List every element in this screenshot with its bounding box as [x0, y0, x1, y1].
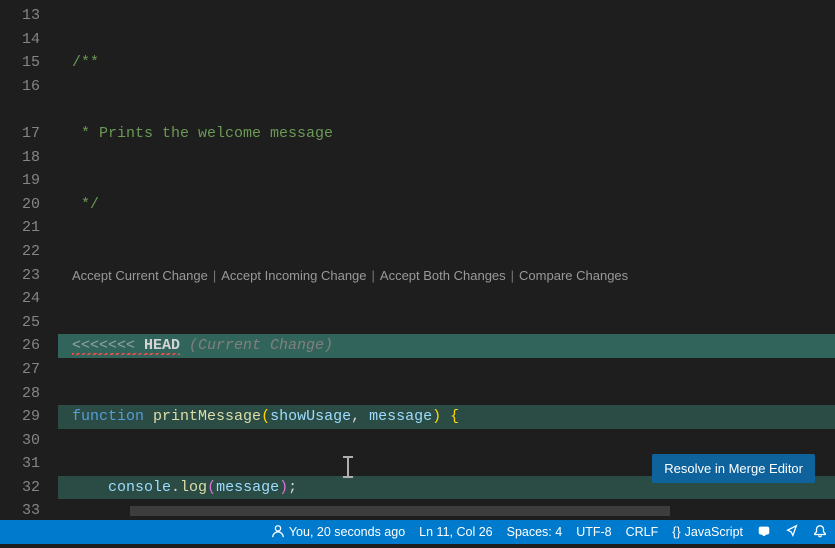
horizontal-scrollbar[interactable]: [130, 506, 670, 516]
status-copilot[interactable]: [757, 524, 771, 541]
copilot-icon: [757, 524, 771, 541]
merge-codelens: Accept Current Change| Accept Incoming C…: [58, 264, 835, 288]
status-encoding[interactable]: UTF-8: [576, 525, 611, 539]
resolve-merge-button[interactable]: Resolve in Merge Editor: [652, 454, 815, 483]
status-language[interactable]: {} JavaScript: [672, 525, 743, 539]
status-indentation[interactable]: Spaces: 4: [507, 525, 563, 539]
accept-incoming-link[interactable]: Accept Incoming Change: [221, 264, 366, 288]
text-cursor-bot: [343, 476, 353, 478]
status-eol[interactable]: CRLF: [626, 525, 659, 539]
feedback-icon: [785, 524, 799, 541]
line-gutter: 13141516 1718192021222324252627282930313…: [0, 0, 58, 520]
doc-comment: * Prints the welcome message: [72, 125, 333, 142]
accept-current-link[interactable]: Accept Current Change: [72, 264, 208, 288]
doc-comment: /**: [72, 54, 99, 71]
doc-comment: */: [72, 196, 99, 213]
code-content[interactable]: /** * Prints the welcome message */ Acce…: [58, 0, 835, 520]
status-blame[interactable]: You, 20 seconds ago: [271, 524, 405, 541]
text-cursor: [347, 456, 349, 478]
status-cursor-position[interactable]: Ln 11, Col 26: [419, 525, 492, 539]
statusbar: You, 20 seconds ago Ln 11, Col 26 Spaces…: [0, 520, 835, 544]
compare-changes-link[interactable]: Compare Changes: [519, 264, 628, 288]
status-notifications[interactable]: [813, 524, 827, 541]
code-line: function printMessage(showUsage, message…: [58, 405, 835, 429]
editor-area: 13141516 1718192021222324252627282930313…: [0, 0, 835, 520]
bell-icon: [813, 524, 827, 541]
braces-icon: {}: [672, 525, 680, 539]
conflict-head-marker: <<<<<<< HEAD (Current Change): [58, 334, 835, 358]
accept-both-link[interactable]: Accept Both Changes: [380, 264, 506, 288]
status-feedback[interactable]: [785, 524, 799, 541]
person-icon: [271, 524, 285, 541]
